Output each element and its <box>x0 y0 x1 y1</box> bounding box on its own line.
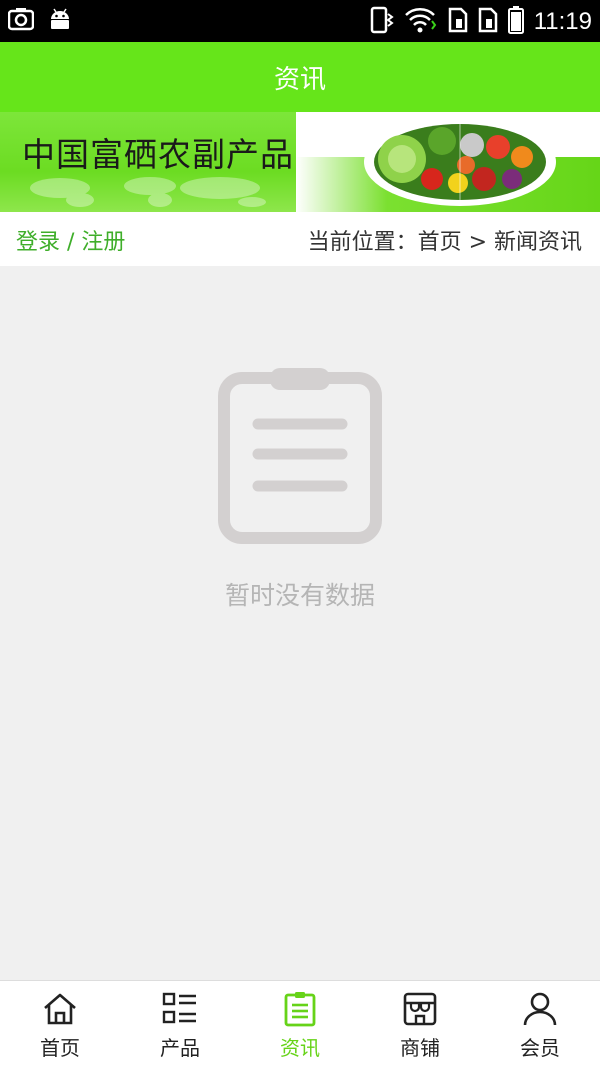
world-map-graphic <box>30 177 266 207</box>
nav-item-shop[interactable]: 商铺 <box>360 981 480 1067</box>
clock: 11:19 <box>533 8 592 35</box>
nav-label-shop: 商铺 <box>400 1036 440 1060</box>
title-bar: 资讯 <box>0 42 600 112</box>
nav-label-news: 资讯 <box>280 1036 320 1060</box>
banner-brand-text: 中国富硒农副产品 <box>22 135 294 174</box>
banner[interactable]: 中国富硒农副产品 <box>0 112 600 212</box>
wifi-icon <box>404 7 438 37</box>
nav-item-news[interactable]: 资讯 <box>240 981 360 1067</box>
login-register-link[interactable]: 登录 / 注册 <box>16 224 125 256</box>
member-icon <box>523 992 557 1026</box>
status-bar: 11:19 <box>0 0 600 42</box>
vibrate-icon <box>370 6 394 38</box>
nav-label-member: 会员 <box>520 1036 560 1060</box>
shop-icon <box>403 992 437 1026</box>
nav-item-products[interactable]: 产品 <box>120 981 240 1067</box>
nav-item-member[interactable]: 会员 <box>480 981 600 1067</box>
breadcrumb-row: 登录 / 注册 当前位置：首页 > 新闻资讯 <box>0 212 600 266</box>
news-icon <box>284 992 316 1027</box>
empty-state-message: 暂时没有数据 <box>224 581 375 610</box>
nav-label-home: 首页 <box>40 1036 80 1060</box>
android-icon <box>48 7 72 35</box>
vegetable-plate-image <box>364 118 556 206</box>
product-list-icon <box>162 992 196 1024</box>
breadcrumb: 当前位置：首页 > 新闻资讯 <box>307 230 582 255</box>
screenshot-icon <box>7 7 35 35</box>
bottom-nav: 首页 产品 资讯 商铺 会员 <box>0 980 600 1067</box>
nav-label-products: 产品 <box>160 1036 200 1060</box>
clipboard-icon <box>218 368 382 544</box>
nav-item-home[interactable]: 首页 <box>0 981 120 1067</box>
home-icon <box>44 993 76 1025</box>
page-title: 资讯 <box>273 64 326 95</box>
battery-icon <box>507 6 524 38</box>
sim-card-icon-2 <box>478 7 498 37</box>
sim-card-icon <box>448 7 468 37</box>
